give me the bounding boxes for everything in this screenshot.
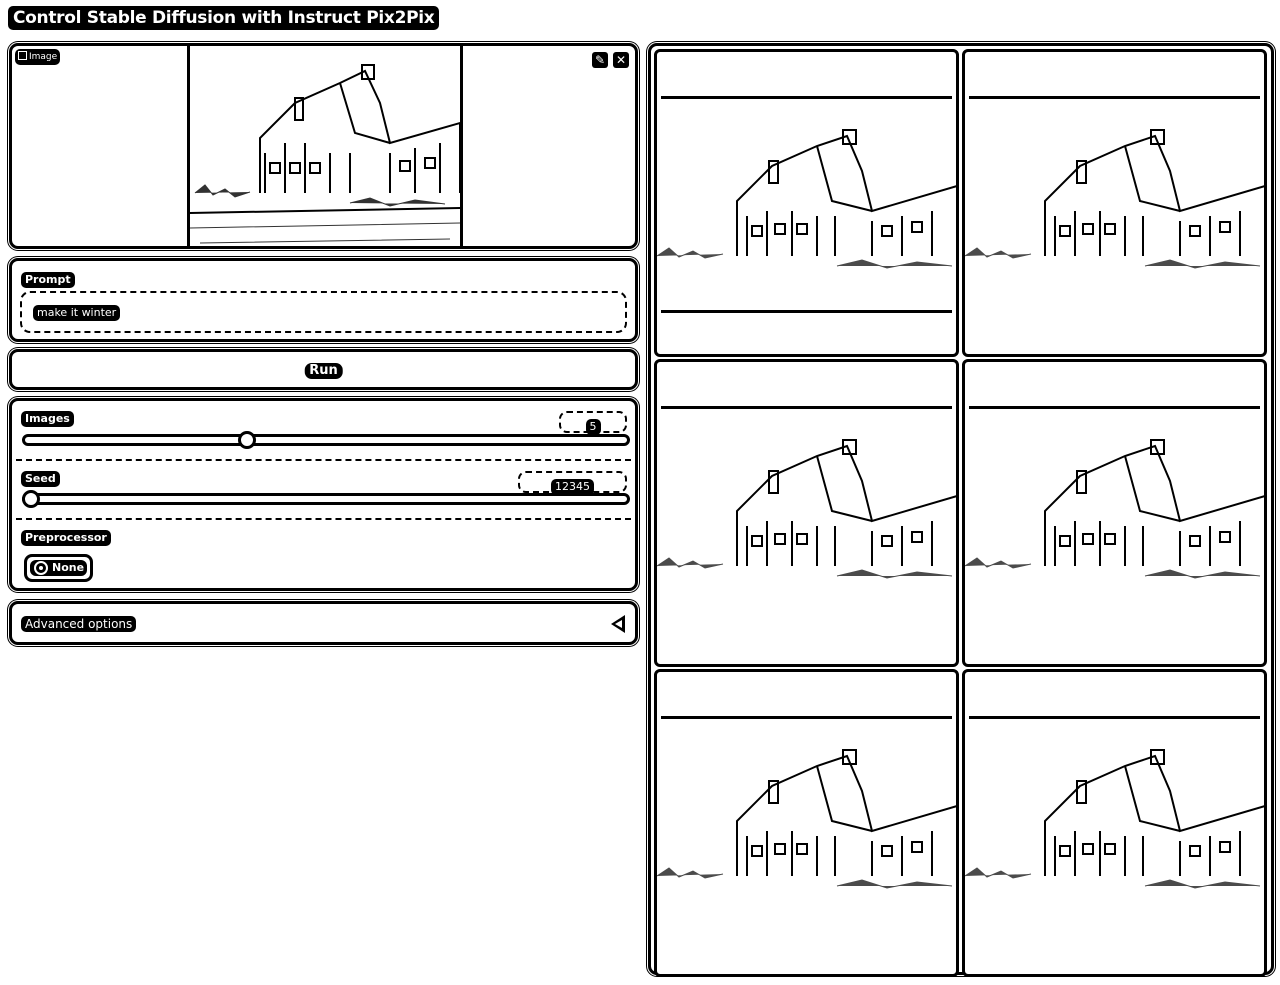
preprocessor-label: Preprocessor <box>21 530 111 546</box>
images-slider[interactable] <box>22 431 630 449</box>
images-value: 5 <box>585 419 601 435</box>
gallery-image[interactable] <box>962 359 1267 667</box>
image-top-edge <box>969 96 1260 99</box>
image-top-edge <box>969 406 1260 409</box>
image-bottom-edge <box>661 310 952 313</box>
clear-image-button[interactable]: ✕ <box>613 52 629 68</box>
seed-number-input[interactable]: 12345 <box>518 471 627 495</box>
edit-button[interactable]: ✎ <box>592 52 608 68</box>
images-slider-handle[interactable] <box>238 431 257 449</box>
prompt-value: make it winter <box>33 305 121 321</box>
image-input-panel[interactable]: Image ✎ ✕ <box>9 43 638 249</box>
gallery-image[interactable] <box>654 669 959 977</box>
advanced-options-accordion[interactable]: Advanced options <box>9 601 638 645</box>
image-top-edge <box>969 716 1260 719</box>
output-gallery <box>648 43 1274 977</box>
seed-label: Seed <box>21 471 60 487</box>
seed-slider-handle[interactable] <box>22 490 40 508</box>
radio-selected-icon <box>34 561 48 575</box>
run-button[interactable]: Run <box>9 349 638 390</box>
images-number-input[interactable]: 5 <box>559 411 627 435</box>
image-label: Image <box>15 49 61 65</box>
advanced-options-label: Advanced options <box>21 616 137 632</box>
image-label-text: Image <box>29 52 58 62</box>
image-icon <box>18 51 27 60</box>
preprocessor-option-none[interactable]: None <box>24 554 93 582</box>
pencil-icon: ✎ <box>594 53 606 67</box>
close-icon: ✕ <box>615 53 627 67</box>
run-button-label: Run <box>304 363 343 379</box>
source-image <box>187 46 463 246</box>
image-top-edge <box>661 406 952 409</box>
preprocessor-option-label: None <box>52 561 85 574</box>
gallery-image[interactable] <box>654 359 959 667</box>
page-title: Control Stable Diffusion with Instruct P… <box>8 6 440 30</box>
house-sketch-image <box>190 64 460 244</box>
images-label: Images <box>21 411 74 427</box>
prompt-input[interactable]: make it winter <box>20 291 627 333</box>
caret-left-icon <box>611 615 625 633</box>
divider <box>16 459 631 461</box>
gallery-image[interactable] <box>962 669 1267 977</box>
seed-slider[interactable] <box>22 490 630 508</box>
prompt-panel: Prompt make it winter <box>9 258 638 342</box>
divider <box>16 518 631 520</box>
gallery-image[interactable] <box>654 49 959 357</box>
image-top-edge <box>661 96 952 99</box>
controls-panel: Images 5 Seed 12345 Preprocessor None <box>9 398 638 591</box>
image-top-edge <box>661 716 952 719</box>
gallery-image[interactable] <box>962 49 1267 357</box>
prompt-label: Prompt <box>21 272 75 288</box>
